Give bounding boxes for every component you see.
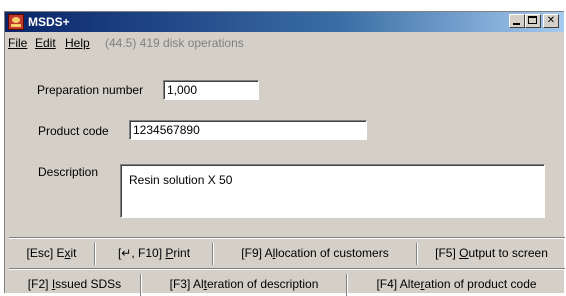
alter-desc-text: [F3] Al <box>169 277 204 291</box>
description-label: Description <box>38 165 99 179</box>
description-field[interactable]: Resin solution X 50 <box>120 164 545 218</box>
preparation-number-field[interactable]: 1,000 <box>163 80 259 100</box>
print-text: [↵, F10] <box>117 246 166 260</box>
menu-bar: File Edit Help (44.5) 419 disk operation… <box>5 34 564 52</box>
alter-code-text: [F4] Alte <box>376 277 421 291</box>
issued-text-rest: ssued SDSs <box>55 277 122 291</box>
output-to-screen-button[interactable]: [F5] Output to screen <box>417 243 565 265</box>
minimize-button[interactable] <box>509 14 525 28</box>
exit-button[interactable]: [Esc] Exit <box>9 243 95 265</box>
menu-help-label: Help <box>65 36 90 50</box>
close-button[interactable]: ✕ <box>543 14 559 28</box>
allocation-text-rest: location of customers <box>275 246 389 260</box>
exit-text: [Esc] E <box>26 246 65 260</box>
preparation-number-label: Preparation number <box>37 83 144 97</box>
menu-file[interactable]: File <box>8 36 27 50</box>
alter-desc-text-rest: eration of description <box>206 277 319 291</box>
title-bar[interactable]: MSDS+ ✕ <box>5 12 564 32</box>
app-window: MSDS+ ✕ File Edit Help (44.5) 419 disk o… <box>4 11 565 296</box>
allocation-of-customers-button[interactable]: [F9] Allocation of customers <box>213 243 417 265</box>
disk-operations-status: (44.5) 419 disk operations <box>105 36 244 50</box>
print-text-rest: rint <box>173 246 191 260</box>
output-text: [F5] <box>435 246 460 260</box>
product-code-label: Product code <box>38 124 109 138</box>
allocation-text: [F9] A <box>241 246 273 260</box>
product-code-field[interactable]: 1234567890 <box>129 120 367 140</box>
print-button[interactable]: [↵, F10] Print <box>95 243 213 265</box>
output-text-rest: utput to screen <box>468 246 548 260</box>
menu-file-label: File <box>8 36 28 50</box>
function-key-row-1: [Esc] Exit [↵, F10] Print [F9] Allocatio… <box>9 243 565 265</box>
maximize-button[interactable] <box>525 14 541 28</box>
alter-code-text-rest: ation of product code <box>424 277 537 291</box>
divider <box>9 268 565 270</box>
menu-edit-label: Edit <box>35 36 56 50</box>
menu-help[interactable]: Help <box>65 36 90 50</box>
divider <box>9 237 565 239</box>
hazard-app-icon <box>8 14 24 30</box>
menu-edit[interactable]: Edit <box>35 36 56 50</box>
exit-text-rest: it <box>70 246 77 260</box>
issued-text: [F2] <box>27 277 52 291</box>
window-title: MSDS+ <box>28 15 70 29</box>
